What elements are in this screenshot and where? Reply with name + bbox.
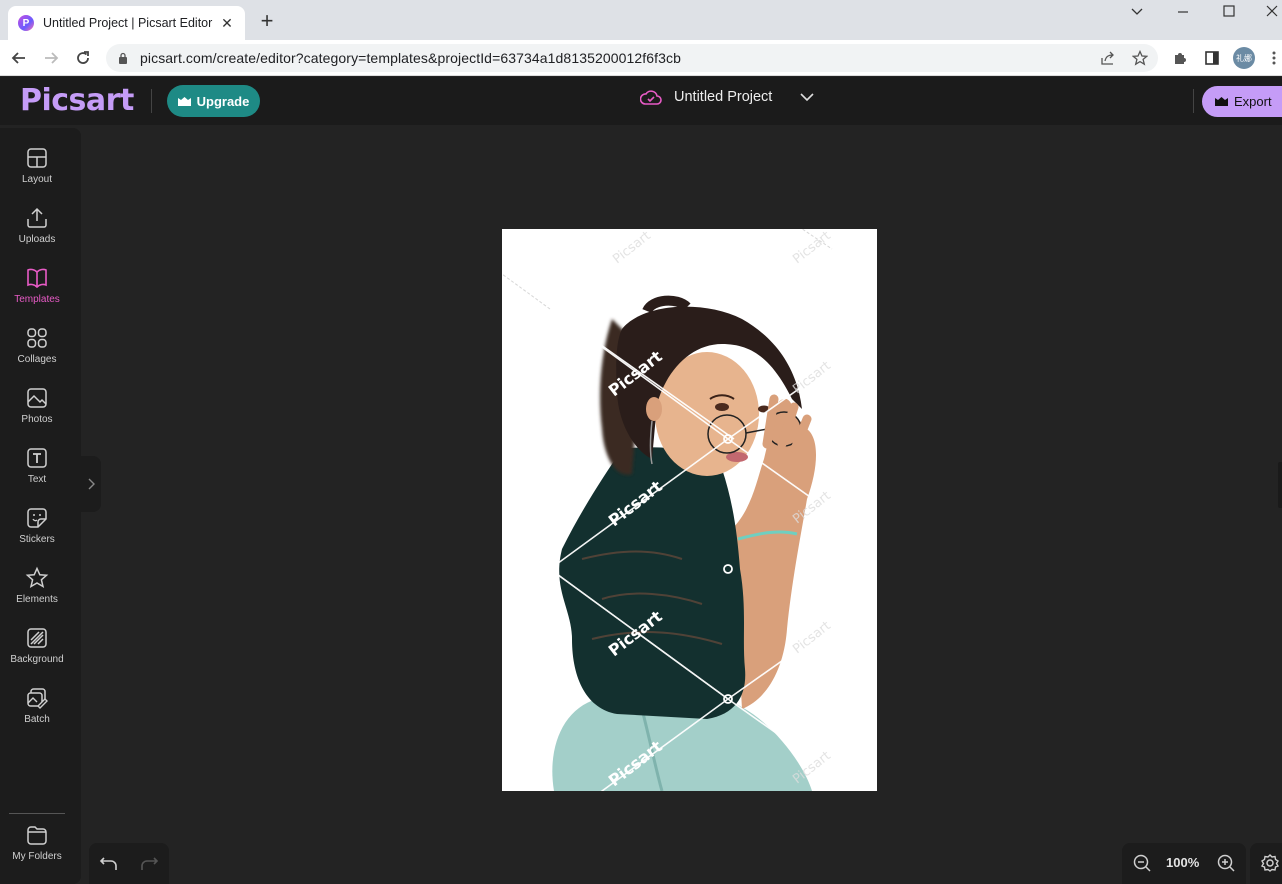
project-title: Untitled Project xyxy=(674,89,773,105)
zoom-out-icon xyxy=(1133,854,1151,872)
watermark-label-faint: Picsart xyxy=(790,359,834,398)
redo-icon xyxy=(141,857,159,870)
layout-icon xyxy=(27,148,47,168)
sidebar-item-templates[interactable]: Templates xyxy=(0,248,74,308)
canvas-image[interactable]: Picsart Picsart Picsart Picsart Picsart … xyxy=(502,229,877,791)
sidebar-separator xyxy=(9,813,65,814)
profile-avatar[interactable]: 礼娜 xyxy=(1233,47,1255,69)
background-icon xyxy=(27,628,47,648)
settings-button[interactable] xyxy=(1250,843,1282,884)
side-panel-icon[interactable] xyxy=(1202,48,1222,68)
project-title-dropdown[interactable]: Untitled Project xyxy=(640,89,814,105)
text-icon xyxy=(27,448,47,468)
sidebar-item-layout[interactable]: Layout xyxy=(0,128,74,188)
tab-search-chevron-icon[interactable] xyxy=(1127,4,1147,21)
photos-icon xyxy=(27,388,47,408)
sidebar-item-photos[interactable]: Photos xyxy=(0,368,74,428)
tab-close-icon[interactable]: ✕ xyxy=(219,15,235,32)
address-bar[interactable]: picsart.com/create/editor?category=templ… xyxy=(106,44,1158,72)
upload-icon xyxy=(27,207,47,228)
share-icon[interactable] xyxy=(1098,48,1118,68)
elements-star-icon xyxy=(25,566,49,589)
browser-tab-bar: P Untitled Project | Picsart Editor ✕ + xyxy=(0,0,1282,40)
zoom-in-button[interactable] xyxy=(1216,853,1236,878)
extensions-puzzle-icon[interactable] xyxy=(1170,48,1190,68)
folder-icon xyxy=(27,826,47,845)
tab-title: Untitled Project | Picsart Editor xyxy=(43,16,213,30)
batch-icon xyxy=(27,688,48,709)
templates-icon xyxy=(27,268,47,289)
cloud-saved-icon xyxy=(640,90,662,105)
new-tab-button[interactable]: + xyxy=(256,10,278,32)
back-button[interactable] xyxy=(7,46,31,70)
watermark-label-faint: Picsart xyxy=(790,229,834,267)
sidebar-item-background[interactable]: Background xyxy=(0,608,74,668)
browser-toolbar: picsart.com/create/editor?category=templ… xyxy=(0,40,1282,76)
chevron-right-icon xyxy=(88,478,95,490)
header-divider-right xyxy=(1193,89,1194,113)
crown-icon xyxy=(1215,97,1228,106)
sidebar-item-uploads[interactable]: Uploads xyxy=(0,188,74,248)
zoom-out-button[interactable] xyxy=(1132,853,1152,878)
app-header: Picsart Upgrade Untitled Project Export xyxy=(0,77,1282,125)
picsart-logo[interactable]: Picsart xyxy=(20,83,134,118)
export-button[interactable]: Export xyxy=(1202,86,1282,117)
sidebar-item-batch[interactable]: Batch xyxy=(0,668,74,728)
sidebar-item-elements[interactable]: Elements xyxy=(0,548,74,608)
sidebar-expand-button[interactable] xyxy=(81,456,101,512)
header-divider xyxy=(151,89,152,113)
sidebar-item-stickers[interactable]: Stickers xyxy=(0,488,74,548)
right-panel-handle[interactable] xyxy=(1278,462,1282,508)
crown-icon xyxy=(177,96,191,106)
browser-tab[interactable]: P Untitled Project | Picsart Editor ✕ xyxy=(8,6,245,40)
browser-menu-icon[interactable] xyxy=(1264,48,1282,68)
sidebar-item-text[interactable]: Text xyxy=(0,428,74,488)
close-window-button[interactable] xyxy=(1262,4,1282,21)
stickers-icon xyxy=(27,508,47,528)
export-label: Export xyxy=(1234,94,1272,109)
watermark-label-faint: Picsart xyxy=(790,619,834,658)
undo-button[interactable] xyxy=(99,853,119,878)
forward-button[interactable] xyxy=(39,46,63,70)
left-sidebar: Layout Uploads Templates Collages Photos… xyxy=(0,128,81,884)
gear-icon xyxy=(1260,854,1280,872)
redo-button[interactable] xyxy=(139,853,159,878)
collages-icon xyxy=(27,328,47,348)
lock-icon xyxy=(119,52,127,64)
zoom-controls: 100% xyxy=(1122,843,1246,884)
reload-button[interactable] xyxy=(71,46,95,70)
bookmark-star-icon[interactable] xyxy=(1130,48,1150,68)
undo-redo-group xyxy=(89,843,169,884)
sidebar-item-collages[interactable]: Collages xyxy=(0,308,74,368)
picsart-favicon-icon: P xyxy=(18,15,34,31)
sidebar-item-my-folders[interactable]: My Folders xyxy=(0,818,74,878)
undo-icon xyxy=(99,857,117,870)
url-text: picsart.com/create/editor?category=templ… xyxy=(140,50,682,66)
minimize-button[interactable] xyxy=(1173,4,1193,21)
chevron-down-icon xyxy=(800,93,814,102)
upgrade-button[interactable]: Upgrade xyxy=(167,85,260,117)
editor-canvas[interactable]: Picsart Picsart Picsart Picsart Picsart … xyxy=(502,229,877,791)
zoom-level[interactable]: 100% xyxy=(1166,855,1199,870)
upgrade-label: Upgrade xyxy=(196,93,250,109)
maximize-button[interactable] xyxy=(1219,4,1239,21)
watermark-label-faint: Picsart xyxy=(610,229,654,267)
zoom-in-icon xyxy=(1217,854,1235,872)
